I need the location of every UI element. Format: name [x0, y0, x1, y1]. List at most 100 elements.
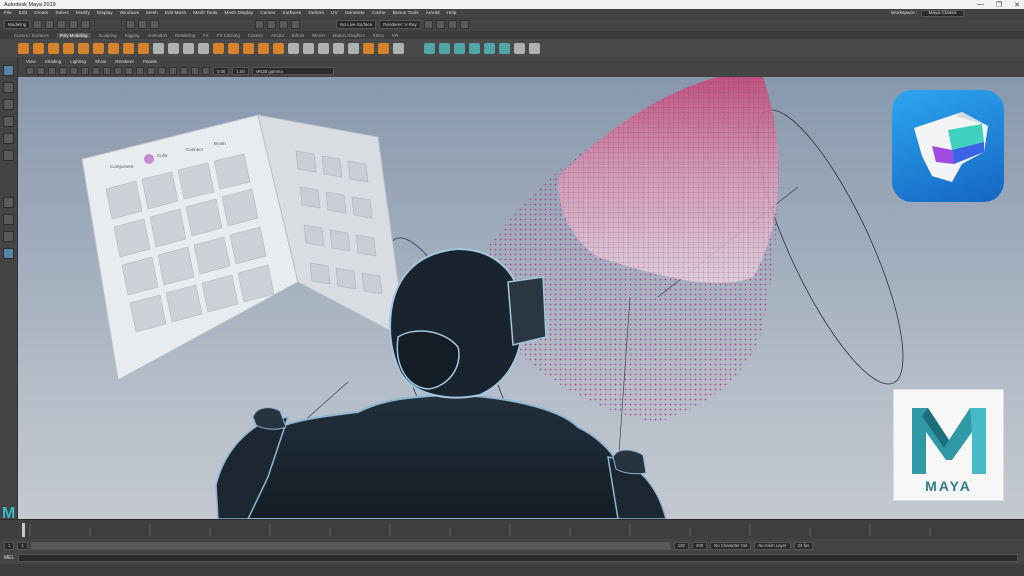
maximize-button[interactable]: ❐: [996, 1, 1002, 9]
minimize-button[interactable]: —: [977, 1, 984, 9]
shelf-tab-animation[interactable]: Animation: [147, 33, 167, 38]
vr-tab-component[interactable]: Component: [110, 164, 134, 169]
grid-icon[interactable]: [70, 67, 78, 75]
shelf-tab-xgen[interactable]: XGen: [373, 33, 384, 38]
menu-generate[interactable]: Generate: [345, 11, 365, 16]
auto-map-icon[interactable]: [469, 42, 480, 54]
cylindrical-map-icon[interactable]: [439, 42, 450, 54]
shelf-tab-sculpting[interactable]: Sculpting: [99, 33, 117, 38]
character-set-dropdown[interactable]: No Character Set: [710, 541, 752, 550]
color-space-dropdown[interactable]: sRGB gamma: [251, 67, 334, 75]
panel-menu-panels[interactable]: Panels: [143, 59, 157, 64]
render-icon[interactable]: [423, 20, 433, 29]
shelf-tab-fx[interactable]: FX: [203, 33, 209, 38]
undo-icon[interactable]: [69, 20, 79, 29]
ipr-render-icon[interactable]: [435, 20, 445, 29]
redo-icon[interactable]: [81, 20, 91, 29]
save-scene-icon[interactable]: [57, 20, 67, 29]
vr-tab-brush[interactable]: Brush: [214, 141, 226, 146]
shelf-tab-motion-graphics[interactable]: Motion Graphics: [333, 33, 365, 38]
isolate-icon[interactable]: [202, 67, 210, 75]
checker-icon[interactable]: [514, 42, 525, 54]
menu-deform[interactable]: Deform: [308, 11, 324, 16]
panel-menu-view[interactable]: View: [26, 59, 36, 64]
snap-view-icon[interactable]: [291, 20, 301, 29]
workspace-dropdown[interactable]: Maya Classic: [921, 10, 964, 17]
camera-lock-icon[interactable]: [37, 67, 45, 75]
single-view-icon[interactable]: [3, 197, 14, 208]
range-end-field[interactable]: 120: [673, 541, 689, 550]
poly-torus-icon[interactable]: [78, 42, 89, 54]
separate-icon[interactable]: [168, 42, 179, 54]
fps-dropdown[interactable]: 24 fps: [793, 541, 814, 550]
mirror-icon[interactable]: [213, 42, 224, 54]
image-plane-icon[interactable]: [59, 67, 67, 75]
shelf-tab-curves[interactable]: Curves / Surfaces: [14, 33, 49, 38]
menu-mesh-tools[interactable]: Mesh Tools: [193, 11, 217, 16]
select-tool-icon[interactable]: [3, 65, 14, 76]
shelf-tab-poly-modeling[interactable]: Poly Modeling: [56, 32, 91, 38]
target-weld-icon[interactable]: [303, 42, 314, 54]
new-scene-icon[interactable]: [33, 20, 43, 29]
shelf-tab-rigging[interactable]: Rigging: [125, 33, 140, 38]
poly-cone-icon[interactable]: [63, 42, 74, 54]
start-frame-field[interactable]: 1: [4, 541, 15, 550]
command-input[interactable]: [18, 554, 1019, 562]
extrude-icon[interactable]: [228, 42, 239, 54]
boolean-icon[interactable]: [198, 42, 209, 54]
poly-cylinder-icon[interactable]: [48, 42, 59, 54]
bevel-icon[interactable]: [258, 42, 269, 54]
wireframe-icon[interactable]: [136, 67, 144, 75]
menu-surfaces[interactable]: Surfaces: [282, 11, 301, 16]
menu-create[interactable]: Create: [34, 11, 48, 16]
safe-action-icon[interactable]: [125, 67, 133, 75]
shelf-tab-rendering[interactable]: Rendering: [175, 33, 195, 38]
snap-point-icon[interactable]: [279, 20, 289, 29]
menu-arnold[interactable]: Arnold: [426, 11, 440, 16]
vr-tab-color[interactable]: Color: [157, 153, 168, 158]
panel-menu-lighting[interactable]: Lighting: [70, 59, 86, 64]
fill-hole-icon[interactable]: [273, 42, 284, 54]
outliner-view-icon[interactable]: [3, 248, 14, 259]
layout-icon[interactable]: [499, 42, 510, 54]
connect-icon[interactable]: [318, 42, 329, 54]
time-slider[interactable]: [0, 519, 1024, 539]
menu-uv[interactable]: UV: [331, 11, 338, 16]
shadows-icon[interactable]: [180, 67, 188, 75]
live-surface-field[interactable]: No Live Surface: [336, 20, 377, 29]
panel-menu-shading[interactable]: Shading: [45, 59, 62, 64]
spherical-map-icon[interactable]: [454, 42, 465, 54]
shelf-tab-arnold[interactable]: Arnold: [271, 33, 284, 38]
snap-curve-icon[interactable]: [267, 20, 277, 29]
snap-grid-icon[interactable]: [255, 20, 265, 29]
menu-curves[interactable]: Curves: [260, 11, 275, 16]
renderer-dropdown[interactable]: Renderer: V-Ray: [379, 20, 421, 29]
super-shape-icon[interactable]: [138, 42, 149, 54]
textured-icon[interactable]: [158, 67, 166, 75]
unfold-icon[interactable]: [484, 42, 495, 54]
lasso-icon[interactable]: [3, 82, 14, 93]
gate-mask-icon[interactable]: [103, 67, 111, 75]
edge-loop-icon[interactable]: [348, 42, 359, 54]
cut-uv-icon[interactable]: [529, 42, 540, 54]
panel-menu-renderer[interactable]: Renderer: [115, 59, 134, 64]
shelf-tab-mash[interactable]: MASH: [312, 33, 325, 38]
range-start-field[interactable]: 1: [17, 541, 28, 550]
move-icon[interactable]: [3, 116, 14, 127]
rotate-icon[interactable]: [3, 133, 14, 144]
render-settings-icon[interactable]: [447, 20, 457, 29]
smooth-icon[interactable]: [183, 42, 194, 54]
command-language-label[interactable]: MEL: [4, 555, 14, 561]
menu-display[interactable]: Display: [97, 11, 113, 16]
quad-draw-icon[interactable]: [333, 42, 344, 54]
poly-sphere-icon[interactable]: [18, 42, 29, 54]
field-chart-icon[interactable]: [114, 67, 122, 75]
menu-mesh-display[interactable]: Mesh Display: [224, 11, 253, 16]
shelf-tab-bifrost[interactable]: Bifrost: [292, 33, 304, 38]
menu-edit[interactable]: Edit: [19, 11, 27, 16]
poly-disc-icon[interactable]: [108, 42, 119, 54]
range-slider[interactable]: [30, 541, 671, 550]
hypershade-icon[interactable]: [459, 20, 469, 29]
bookmark-icon[interactable]: [48, 67, 56, 75]
merge-icon[interactable]: [363, 42, 374, 54]
